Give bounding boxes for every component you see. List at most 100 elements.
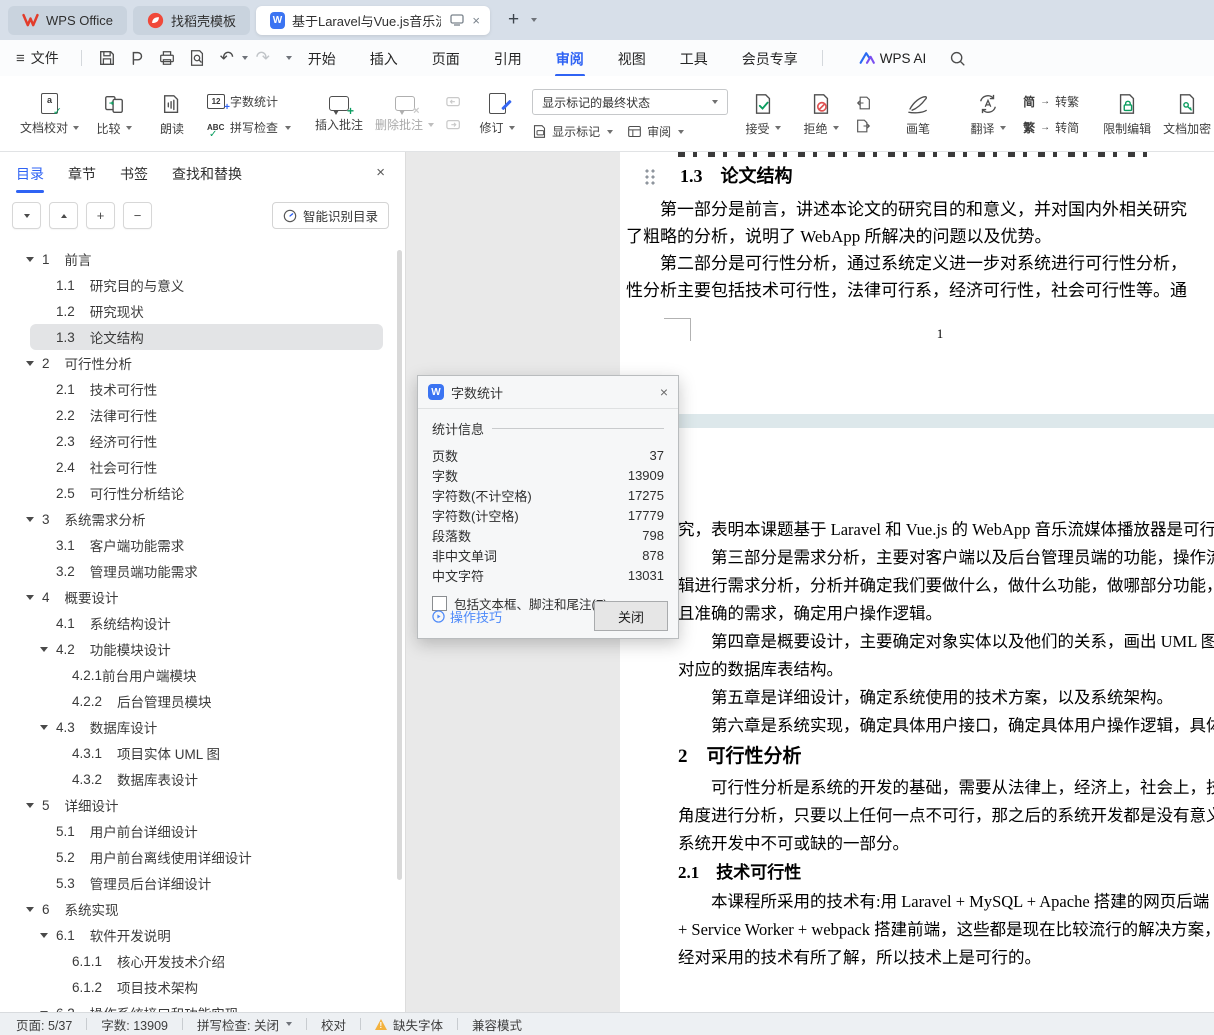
new-tab-button[interactable]: + <box>508 9 519 31</box>
toc-item[interactable]: 2.3 经济可行性 <box>0 428 395 454</box>
paragraph-drag-handle-icon[interactable] <box>644 168 656 186</box>
expand-triangle-icon[interactable] <box>26 360 34 366</box>
expand-triangle-icon[interactable] <box>40 724 48 730</box>
toc-item[interactable]: 4.3 数据库设计 <box>0 714 395 740</box>
toc-item-selected[interactable]: 1.3 论文结构 <box>30 324 383 350</box>
tab-membership[interactable]: 会员专享 <box>740 40 800 76</box>
tab-bookmarks[interactable]: 书签 <box>120 164 148 193</box>
document-page-top[interactable]: 1.3 论文结构 第一部分是前言，讲述本论文的研究目的和意义，并对国内外相关研究… <box>620 152 1214 414</box>
save-icon[interactable] <box>92 46 122 70</box>
close-dialog-icon[interactable]: × <box>660 384 668 400</box>
expand-triangle-icon[interactable] <box>26 256 34 262</box>
toc-item[interactable]: 3.1 客户端功能需求 <box>0 532 395 558</box>
toc-item[interactable]: 4 概要设计 <box>0 584 395 610</box>
quickbar-chevron-icon[interactable] <box>285 56 292 60</box>
expand-triangle-icon[interactable] <box>26 802 34 808</box>
reject-button[interactable]: 拒绝 <box>798 93 844 137</box>
restrict-editing-button[interactable]: 限制编辑 <box>1103 93 1151 137</box>
toc-item[interactable]: 6 系统实现 <box>0 896 395 922</box>
monitor-icon[interactable] <box>450 14 465 26</box>
expand-triangle-icon[interactable] <box>40 646 48 652</box>
tab-contents[interactable]: 目录 <box>16 164 44 193</box>
translate-button[interactable]: 翻译 <box>965 93 1011 137</box>
toc-item[interactable]: 5.2 用户前台离线使用详细设计 <box>0 844 395 870</box>
page-indicator[interactable]: 页面: 5/37 <box>16 1015 72 1034</box>
export-pdf-icon[interactable] <box>122 46 152 70</box>
proofread-status[interactable]: 校对 <box>321 1015 346 1034</box>
file-menu[interactable]: 文件 <box>31 48 59 68</box>
encrypt-document-button[interactable]: 文档加密 <box>1163 93 1211 137</box>
tab-find-replace[interactable]: 查找和替换 <box>172 164 242 193</box>
tab-tools[interactable]: 工具 <box>678 40 710 76</box>
hamburger-menu-icon[interactable]: ≡ <box>16 50 25 67</box>
compatibility-mode[interactable]: 兼容模式 <box>472 1015 522 1034</box>
tips-link[interactable]: 操作技巧 <box>432 607 502 626</box>
close-tab-icon[interactable]: × <box>470 13 482 28</box>
sidebar-scrollbar[interactable] <box>397 250 402 880</box>
toc-item[interactable]: 4.3.1 项目实体 UML 图 <box>0 740 395 766</box>
word-count-indicator[interactable]: 字数: 13909 <box>101 1015 168 1034</box>
toc-item[interactable]: 5.1 用户前台详细设计 <box>0 818 395 844</box>
search-icon[interactable] <box>942 46 972 70</box>
expand-triangle-icon[interactable] <box>26 906 34 912</box>
redo-icon[interactable]: ↷ <box>248 46 278 70</box>
toc-item[interactable]: 2.2 法律可行性 <box>0 402 395 428</box>
track-changes-button[interactable]: 修订 <box>474 93 520 136</box>
next-change-icon[interactable] <box>856 119 871 133</box>
tab-insert[interactable]: 插入 <box>368 40 400 76</box>
tab-document[interactable]: W 基于Laravel与Vue.js音乐流媒 × <box>255 5 490 35</box>
undo-icon[interactable]: ↶ <box>212 46 242 70</box>
zoom-in-button[interactable]: + <box>86 202 115 229</box>
chevron-down-icon[interactable] <box>285 1022 292 1026</box>
toc-item[interactable]: 4.2 功能模块设计 <box>0 636 395 662</box>
tab-review[interactable]: 审阅 <box>554 40 586 76</box>
wps-ai-button[interactable]: WPS AI <box>859 51 926 66</box>
word-count-button[interactable]: 12 + 字数统计 <box>207 93 291 113</box>
toc-item[interactable]: 3.2 管理员端功能需求 <box>0 558 395 584</box>
tab-list-chevron-icon[interactable] <box>531 18 538 22</box>
toc-item[interactable]: 4.1 系统结构设计 <box>0 610 395 636</box>
toc-item[interactable]: 1 前言 <box>0 246 395 272</box>
markup-state-dropdown[interactable]: 显示标记的最终状态 <box>532 89 729 115</box>
tab-wps-office[interactable]: WPS Office <box>8 5 127 35</box>
smart-toc-button[interactable]: 智能识别目录 <box>271 202 389 229</box>
tab-docer-templates[interactable]: 找稻壳模板 <box>132 5 250 35</box>
read-aloud-button[interactable]: 朗读 <box>149 93 195 137</box>
tab-home[interactable]: 开始 <box>306 40 338 76</box>
brush-button[interactable]: 画笔 <box>895 93 941 137</box>
toc-item[interactable]: 1.2 研究现状 <box>0 298 395 324</box>
tab-chapters[interactable]: 章节 <box>68 164 96 193</box>
toc-item[interactable]: 6.1 软件开发说明 <box>0 922 395 948</box>
review-pane-button[interactable]: 审阅 <box>627 123 685 140</box>
close-sidebar-icon[interactable]: × <box>376 164 385 181</box>
accept-button[interactable]: 接受 <box>740 93 786 137</box>
next-comment-icon[interactable] <box>446 119 462 133</box>
spell-check-status[interactable]: 拼写检查: 关闭 <box>197 1015 279 1034</box>
insert-comment-button[interactable]: + 插入批注 <box>315 96 363 133</box>
toc-item[interactable]: 3 系统需求分析 <box>0 506 395 532</box>
toc-item[interactable]: 6.2操作系统接口和功能实现 <box>0 1000 395 1012</box>
spell-check-button[interactable]: ABC ✓ 拼写检查 <box>207 119 292 139</box>
toc-item[interactable]: 1.1 研究目的与意义 <box>0 272 395 298</box>
toc-item[interactable]: 5 详细设计 <box>0 792 395 818</box>
toc-item[interactable]: 4.2.2 后台管理员模块 <box>0 688 395 714</box>
simplified-to-traditional-button[interactable]: 简 → 转繁 <box>1023 93 1079 110</box>
expand-all-button[interactable] <box>12 202 41 229</box>
tab-page[interactable]: 页面 <box>430 40 462 76</box>
toc-item[interactable]: 2 可行性分析 <box>0 350 395 376</box>
missing-font-warning[interactable]: 缺失字体 <box>393 1015 443 1034</box>
document-page-bottom[interactable]: 究，表明本课题基于 Laravel 和 Vue.js 的 WebApp 音乐流媒… <box>620 428 1214 1012</box>
tab-reference[interactable]: 引用 <box>492 40 524 76</box>
toc-item[interactable]: 5.3 管理员后台详细设计 <box>0 870 395 896</box>
previous-comment-icon[interactable] <box>446 96 462 110</box>
print-icon[interactable] <box>152 46 182 70</box>
toc-item[interactable]: 2.1 技术可行性 <box>0 376 395 402</box>
collapse-all-button[interactable] <box>49 202 78 229</box>
expand-triangle-icon[interactable] <box>40 932 48 938</box>
show-markup-button[interactable]: 显示标记 <box>532 123 614 140</box>
toc-item[interactable]: 6.1.2 项目技术架构 <box>0 974 395 1000</box>
previous-change-icon[interactable] <box>856 96 871 110</box>
traditional-to-simplified-button[interactable]: 繁 → 转简 <box>1023 119 1079 136</box>
toc-item[interactable]: 6.1.1 核心开发技术介绍 <box>0 948 395 974</box>
compare-button[interactable]: 比较 <box>91 93 137 137</box>
